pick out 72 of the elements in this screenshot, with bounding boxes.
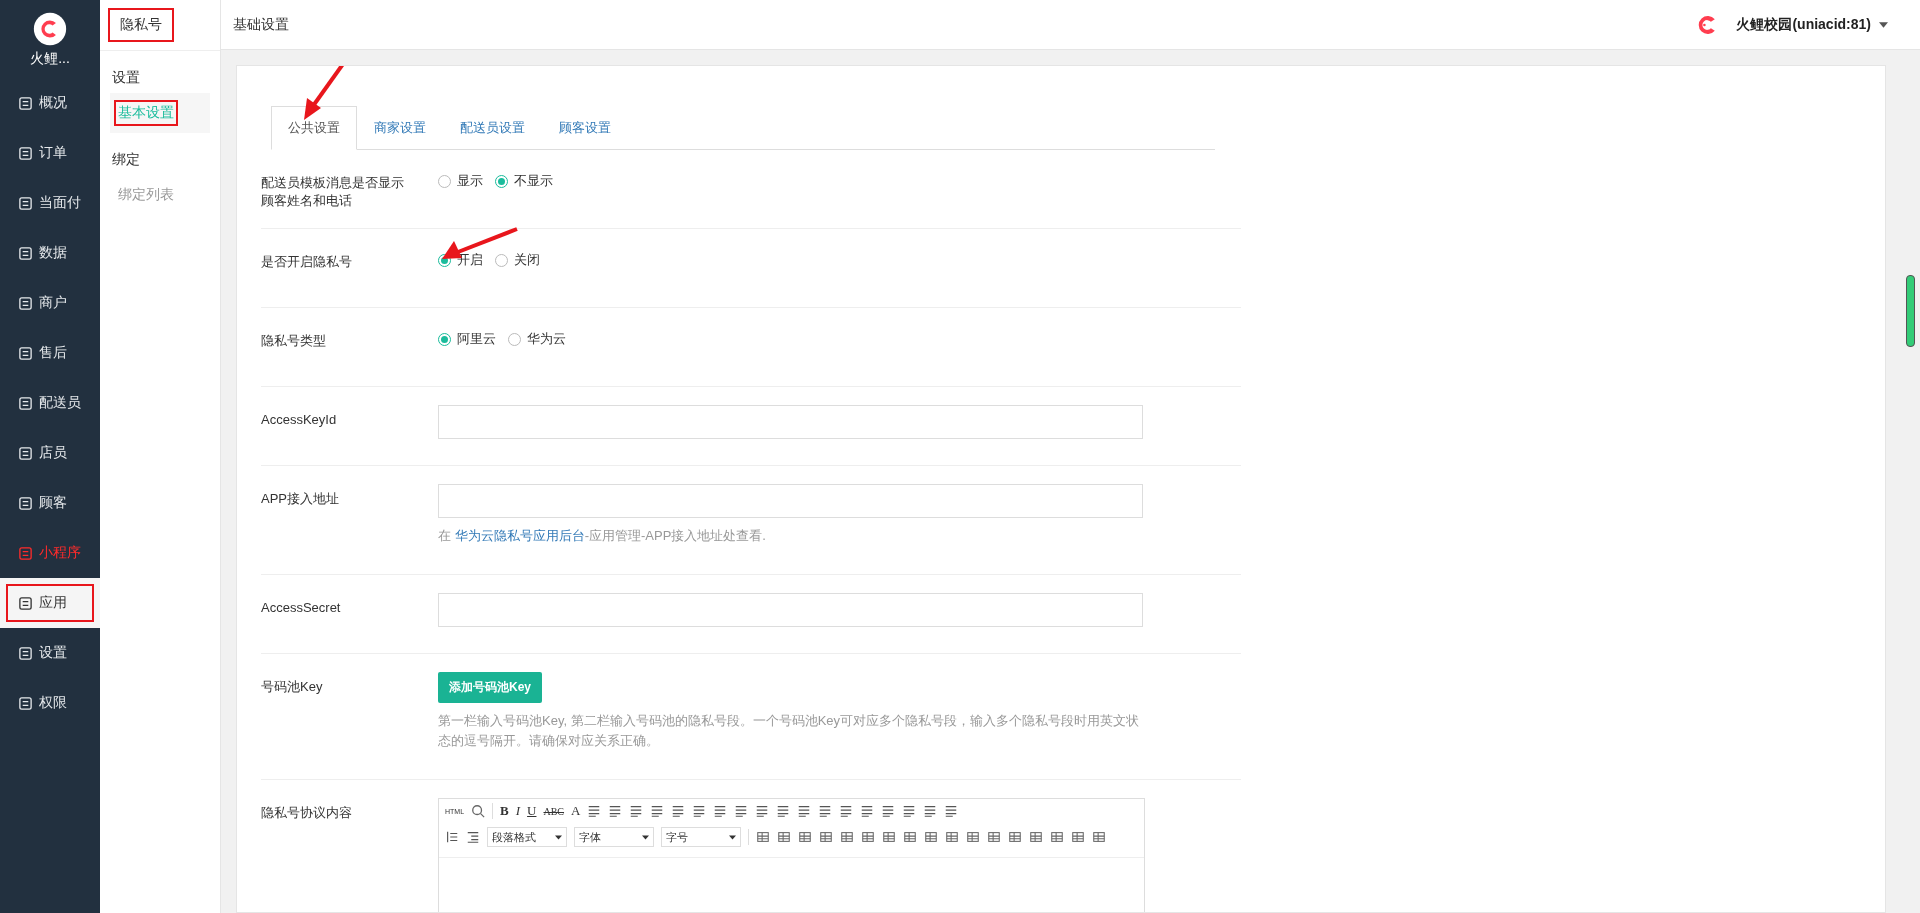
nav-item[interactable]: 配送员 <box>0 378 100 428</box>
nav-item[interactable]: 店员 <box>0 428 100 478</box>
nav-item[interactable]: 权限 <box>0 678 100 728</box>
field-label: 隐私号类型 <box>261 332 327 350</box>
account-menu[interactable]: 火鲤校园(uniacid:81) <box>1736 15 1871 34</box>
italic-button[interactable]: I <box>515 803 521 819</box>
tab[interactable]: 顾客设置 <box>542 106 628 150</box>
table-icon[interactable] <box>966 830 980 844</box>
nav-item[interactable]: 当面付 <box>0 178 100 228</box>
table-icon[interactable] <box>882 830 896 844</box>
frame-icon <box>18 95 33 111</box>
strikethrough-button[interactable]: ABC <box>543 805 565 817</box>
nav-item[interactable]: 概况 <box>0 78 100 128</box>
bold-button[interactable]: B <box>500 803 509 819</box>
section-title: 隐私号 <box>110 10 172 40</box>
text-field[interactable] <box>438 484 1143 518</box>
caret-icon <box>555 834 562 840</box>
tab[interactable]: 公共设置 <box>271 106 357 150</box>
underline-button[interactable]: U <box>527 803 537 819</box>
nav-item[interactable]: 顾客 <box>0 478 100 528</box>
field-label: 隐私号协议内容 <box>261 804 353 822</box>
group-heading: 绑定 <box>111 150 141 169</box>
table-icon[interactable] <box>819 830 833 844</box>
table-icon[interactable] <box>756 830 770 844</box>
table-icon[interactable] <box>861 830 875 844</box>
dropdown[interactable]: 段落格式 <box>487 827 567 847</box>
text-field[interactable] <box>438 405 1143 439</box>
table-icon[interactable] <box>987 830 1001 844</box>
group-heading: 设置 <box>111 68 141 87</box>
indent-icon[interactable] <box>466 830 480 844</box>
field-label: 配送员模板消息是否显示顾客姓名和电话 <box>261 174 405 210</box>
brand-name: 火鲤... <box>29 50 71 68</box>
search-icon[interactable] <box>471 804 486 818</box>
field-label: 是否开启隐私号 <box>261 253 353 271</box>
field-label: AccessKeyId <box>261 411 338 429</box>
text-field[interactable] <box>438 593 1143 627</box>
nav-item[interactable]: 小程序 <box>0 528 100 578</box>
nav-item[interactable]: 订单 <box>0 128 100 178</box>
table-icon[interactable] <box>924 830 938 844</box>
radio-option[interactable]: 阿里云 <box>438 330 496 348</box>
table-icon[interactable] <box>798 830 812 844</box>
caret-icon <box>642 834 649 840</box>
caret-icon <box>1879 21 1888 28</box>
nav-item[interactable]: 商户 <box>0 278 100 328</box>
radio-option[interactable]: 不显示 <box>495 172 553 190</box>
radio-option[interactable]: 华为云 <box>508 330 566 348</box>
radio-option[interactable]: 显示 <box>438 172 483 190</box>
radio-option[interactable]: 关闭 <box>495 251 540 269</box>
field-label: APP接入地址 <box>261 490 340 508</box>
font-color-button[interactable]: A <box>571 803 581 819</box>
scrollbar[interactable] <box>1906 275 1915 347</box>
nav-item[interactable]: 应用 <box>0 578 100 628</box>
tab[interactable]: 商家设置 <box>357 106 443 150</box>
field-label: AccessSecret <box>261 599 342 617</box>
dropdown[interactable]: 字号 <box>661 827 741 847</box>
help-text: 在 华为云隐私号应用后台-应用管理-APP接入地址处查看. <box>438 527 767 545</box>
caret-icon <box>729 834 736 840</box>
nav-item[interactable]: 数据 <box>0 228 100 278</box>
field-label: 号码池Key <box>261 678 324 696</box>
justify-icon[interactable] <box>692 804 707 818</box>
dropdown[interactable]: 字体 <box>574 827 654 847</box>
nav-item[interactable]: 设置 <box>0 628 100 678</box>
page-title: 基础设置 <box>233 15 289 34</box>
link[interactable]: 华为云隐私号应用后台 <box>454 528 585 543</box>
logo-icon <box>33 12 67 46</box>
table-icon[interactable] <box>945 830 959 844</box>
table-icon[interactable] <box>903 830 917 844</box>
align-left-icon[interactable] <box>629 804 644 818</box>
table-icon[interactable] <box>777 830 791 844</box>
table-icon[interactable] <box>840 830 854 844</box>
tab[interactable]: 配送员设置 <box>443 106 542 150</box>
nav-item[interactable]: 售后 <box>0 328 100 378</box>
